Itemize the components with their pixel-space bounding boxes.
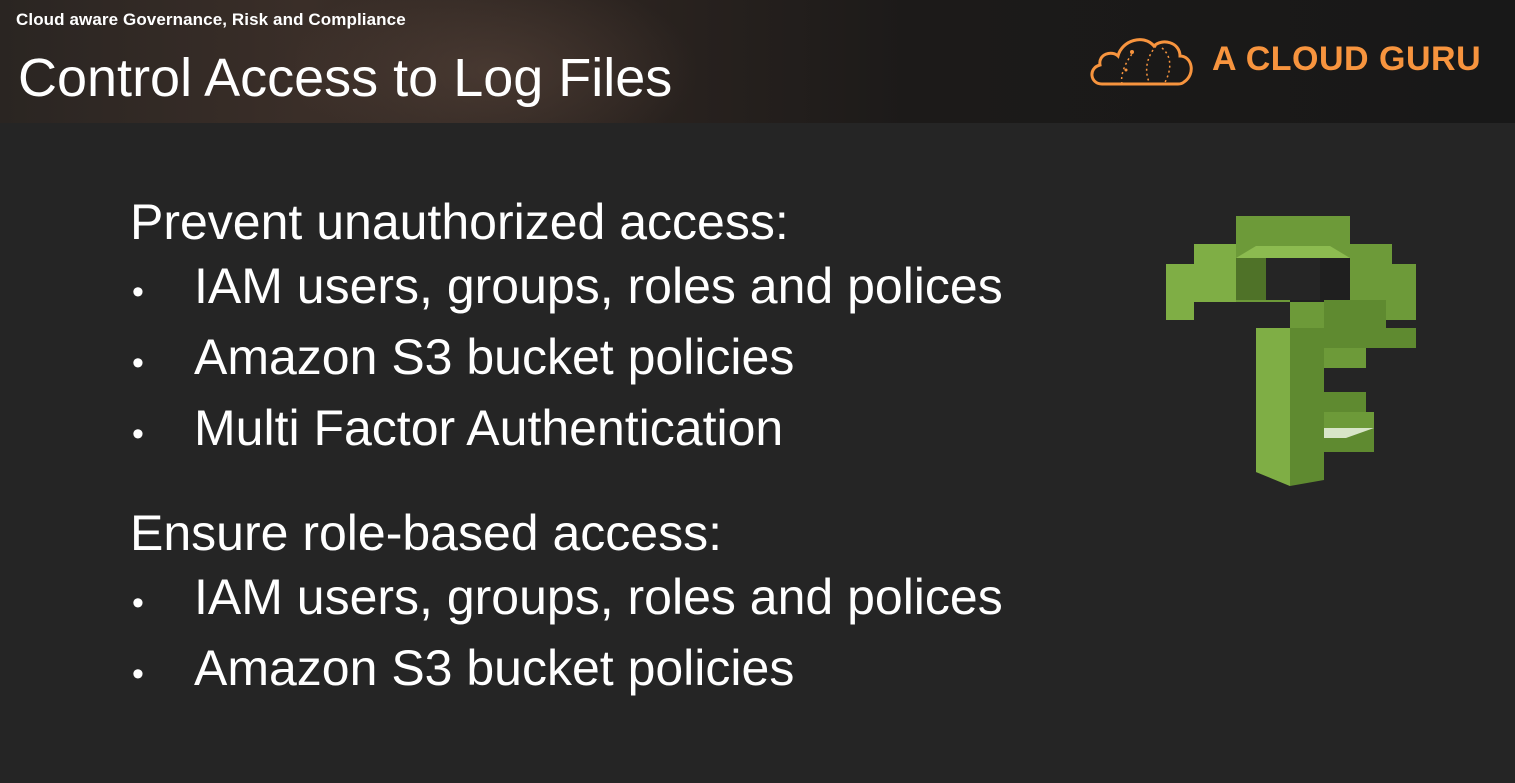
- list-item: • IAM users, groups, roles and polices: [130, 565, 1130, 636]
- bullet-icon: •: [132, 584, 144, 622]
- brand-logo: A CLOUD GURU: [1086, 26, 1506, 92]
- list-item: • Amazon S3 bucket policies: [130, 325, 1130, 396]
- bullet-icon: •: [132, 344, 144, 382]
- bullet-icon: •: [132, 655, 144, 693]
- section-heading: Ensure role-based access:: [130, 505, 722, 561]
- iam-key-icon: [1166, 216, 1416, 486]
- slide-header: Cloud aware Governance, Risk and Complia…: [0, 0, 1515, 123]
- course-title: Cloud aware Governance, Risk and Complia…: [16, 10, 406, 29]
- slide-content: Prevent unauthorized access: • IAM users…: [130, 190, 1130, 741]
- list-item-text: Multi Factor Authentication: [194, 400, 784, 456]
- list-item-text: IAM users, groups, roles and polices: [194, 258, 1003, 314]
- list-item-text: Amazon S3 bucket policies: [194, 329, 795, 385]
- cloud-logo-icon: [1090, 38, 1193, 86]
- section-ensure-role-based-access: Ensure role-based access: • IAM users, g…: [130, 501, 1130, 707]
- bullet-icon: •: [132, 273, 144, 311]
- list-item-text: Amazon S3 bucket policies: [194, 640, 795, 696]
- list-item: • Multi Factor Authentication: [130, 396, 1130, 467]
- list-item: • Amazon S3 bucket policies: [130, 636, 1130, 707]
- section-prevent-unauthorized-access: Prevent unauthorized access: • IAM users…: [130, 190, 1130, 467]
- bullet-icon: •: [132, 415, 144, 453]
- section-heading: Prevent unauthorized access:: [130, 194, 789, 250]
- brand-name: A CLOUD GURU: [1212, 39, 1482, 78]
- list-item-text: IAM users, groups, roles and polices: [194, 569, 1003, 625]
- slide-title: Control Access to Log Files: [18, 48, 673, 108]
- list-item: • IAM users, groups, roles and polices: [130, 254, 1130, 325]
